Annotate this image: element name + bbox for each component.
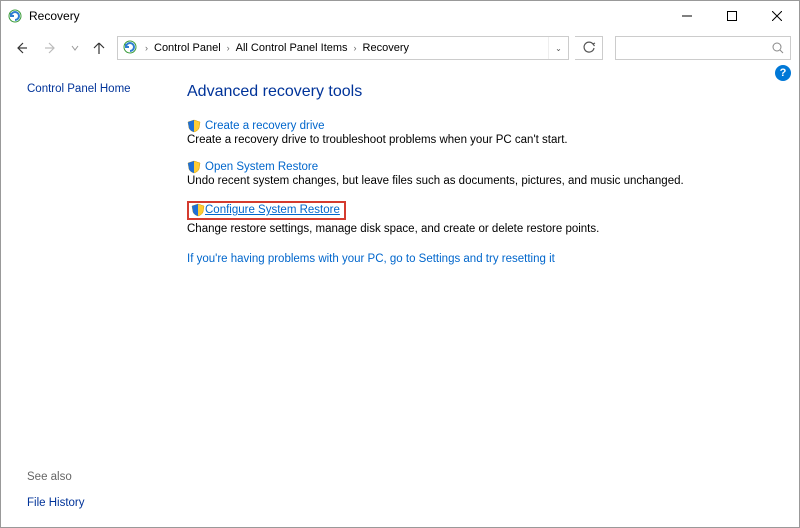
- close-button[interactable]: [754, 1, 799, 31]
- refresh-button[interactable]: [575, 36, 603, 60]
- forward-button[interactable]: [39, 36, 63, 60]
- reset-pc-link[interactable]: If you're having problems with your PC, …: [187, 253, 779, 265]
- open-system-restore-link[interactable]: Open System Restore: [205, 161, 318, 173]
- breadcrumb-item[interactable]: All Control Panel Items: [231, 37, 353, 59]
- address-bar[interactable]: › Control Panel › All Control Panel Item…: [117, 36, 569, 60]
- tool-configure-system-restore: Configure System Restore Change restore …: [187, 201, 779, 235]
- shield-icon: [191, 203, 205, 217]
- page-title: Advanced recovery tools: [187, 83, 779, 101]
- minimize-button[interactable]: [664, 1, 709, 31]
- recent-locations-button[interactable]: [69, 36, 81, 60]
- create-recovery-drive-link[interactable]: Create a recovery drive: [205, 120, 325, 132]
- recovery-icon: [7, 8, 23, 24]
- tool-description: Change restore settings, manage disk spa…: [187, 223, 779, 235]
- window-title: Recovery: [29, 9, 80, 23]
- tool-description: Create a recovery drive to troubleshoot …: [187, 134, 779, 146]
- maximize-button[interactable]: [709, 1, 754, 31]
- breadcrumb-item[interactable]: Recovery: [358, 37, 414, 59]
- tool-open-system-restore: Open System Restore Undo recent system c…: [187, 160, 779, 187]
- search-input[interactable]: [615, 36, 791, 60]
- titlebar: Recovery: [1, 1, 799, 31]
- breadcrumb-item[interactable]: Control Panel: [149, 37, 226, 59]
- sidebar: Control Panel Home See also File History: [1, 65, 181, 527]
- shield-icon: [187, 119, 201, 133]
- breadcrumb: › Control Panel › All Control Panel Item…: [144, 37, 548, 59]
- control-panel-home-link[interactable]: Control Panel Home: [27, 83, 181, 95]
- back-button[interactable]: [9, 36, 33, 60]
- see-also-label: See also: [27, 471, 85, 483]
- search-icon: [772, 42, 784, 54]
- address-dropdown-button[interactable]: ⌄: [548, 37, 568, 59]
- highlighted-selection: Configure System Restore: [187, 201, 346, 220]
- recovery-icon: [122, 39, 140, 57]
- tool-description: Undo recent system changes, but leave fi…: [187, 175, 779, 187]
- up-button[interactable]: [87, 36, 111, 60]
- shield-icon: [187, 160, 201, 174]
- navigation-bar: › Control Panel › All Control Panel Item…: [1, 31, 799, 65]
- help-icon[interactable]: ?: [775, 65, 791, 81]
- file-history-link[interactable]: File History: [27, 497, 85, 509]
- content-pane: ? Advanced recovery tools Create a recov…: [181, 65, 799, 527]
- tool-create-recovery-drive: Create a recovery drive Create a recover…: [187, 119, 779, 146]
- configure-system-restore-link[interactable]: Configure System Restore: [205, 204, 340, 216]
- control-panel-window: Recovery: [0, 0, 800, 528]
- main-area: Control Panel Home See also File History…: [1, 65, 799, 527]
